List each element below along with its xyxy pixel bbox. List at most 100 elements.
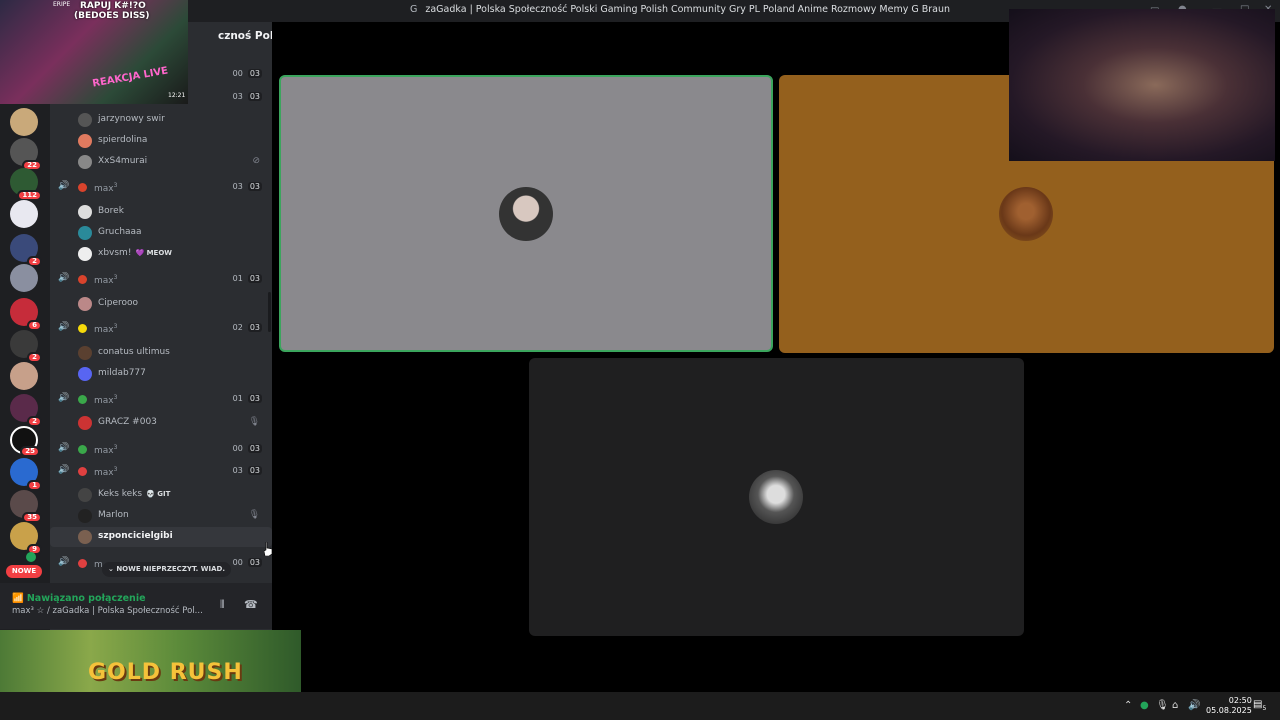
avatar <box>78 530 92 544</box>
tray-app-icon[interactable]: ● <box>1140 700 1149 711</box>
speaker-icon: 🔊 <box>58 393 70 403</box>
network-icon[interactable]: ⌂ <box>1172 700 1178 711</box>
voice-user[interactable]: szponcicielgibi <box>50 527 272 547</box>
server-icon[interactable]: 22 <box>10 138 42 171</box>
username: Gruchaaa <box>98 227 142 237</box>
user-counter: 01 03 <box>232 394 262 403</box>
voice-channel[interactable]: 🔊 max3 02 03 <box>50 320 272 338</box>
guest-camera-overlay <box>1009 9 1275 161</box>
voice-channel-link[interactable]: max³ ☆ / zaGadka | Polska Społeczność Po… <box>12 606 203 616</box>
server-icon[interactable] <box>10 200 38 228</box>
voice-channel[interactable]: 🔊 max3 00 03 <box>50 441 272 459</box>
signal-icon: 📶 <box>12 593 24 604</box>
video-tile[interactable] <box>529 358 1024 636</box>
voice-user[interactable]: Borek <box>50 202 272 222</box>
streamer-facecam-overlay: ERIPE RAPUJ K#!?O (BEDOES DISS) REAKCJA … <box>0 0 188 104</box>
voice-channel[interactable]: 🔊 max3 01 03 <box>50 271 272 289</box>
user-counter: 03 03 <box>232 92 262 101</box>
username: conatus ultimus <box>98 347 170 357</box>
guild-icon: G <box>410 4 418 15</box>
deafened-icon: ⊘ <box>252 156 260 166</box>
server-icon[interactable]: 9 <box>10 522 42 555</box>
server-icon[interactable]: 112 <box>10 168 42 201</box>
username: Borek <box>98 206 124 216</box>
emoji-icon <box>78 559 87 568</box>
unread-badge: 2 <box>27 416 42 427</box>
emoji-icon <box>78 395 87 404</box>
voice-user[interactable]: spierdolina <box>50 131 272 151</box>
avatar <box>78 346 92 360</box>
server-icon[interactable]: 2 <box>10 330 42 363</box>
avatar <box>78 134 92 148</box>
notification-center-icon[interactable]: ▤5 <box>1253 699 1267 713</box>
user-counter: 00 03 <box>232 558 262 567</box>
username: xbvsm! 💜 MEOW <box>98 248 173 258</box>
voice-status: 📶 Nawiązano połączenie <box>12 593 146 604</box>
voice-user[interactable]: Marlon 🎙 <box>50 506 272 526</box>
server-icon[interactable] <box>10 108 38 136</box>
username: Marlon <box>98 510 129 520</box>
voice-user[interactable]: jarzynowy swir <box>50 110 272 130</box>
emoji-icon <box>78 324 87 333</box>
voice-user[interactable]: Ciperooo <box>50 294 272 314</box>
server-icon[interactable] <box>10 264 38 292</box>
window-title-text: zaGadka | Polska Społeczność Polski Gami… <box>425 4 951 15</box>
user-counter: 03 03 <box>232 182 262 191</box>
server-icon[interactable]: 35 <box>10 490 42 523</box>
speaker-icon: 🔊 <box>58 273 70 283</box>
voice-user[interactable]: xbvsm! 💜 MEOW <box>50 244 272 264</box>
clock[interactable]: 02:50 05.08.2025 <box>1206 696 1252 716</box>
speaker-icon: 🔊 <box>58 443 70 453</box>
new-unreads-badge[interactable]: NOWE <box>6 565 42 578</box>
avatar <box>78 509 92 523</box>
channel-name: max3 <box>94 444 118 456</box>
username: Keks keks 💀 GIT <box>98 489 171 499</box>
server-icon[interactable] <box>10 362 38 390</box>
volume-icon[interactable]: 🔊 <box>1188 700 1200 711</box>
microphone-icon[interactable]: 🎙 <box>1156 700 1169 711</box>
avatar <box>78 488 92 502</box>
chevron-up-icon[interactable]: ⌃ <box>1124 700 1132 711</box>
overlay-title: RAPUJ K#!?O <box>80 1 146 11</box>
mic-muted-icon: 🎙 <box>248 417 260 427</box>
speaker-icon: 🔊 <box>58 465 70 475</box>
emoji-icon <box>78 275 87 284</box>
server-icon[interactable]: 25 <box>10 426 40 457</box>
user-counter: 02 03 <box>232 323 262 332</box>
username: GRACZ #003 <box>98 417 157 427</box>
server-icon[interactable]: 6 <box>10 298 42 331</box>
user-counter: 03 03 <box>232 466 262 475</box>
noise-suppression-icon[interactable]: ⫴ <box>220 598 225 612</box>
mouse-pointer-icon <box>264 542 272 556</box>
new-unread-messages-button[interactable]: ⌄ NOWE NIEPRZECZYT. WIAD. <box>102 562 231 577</box>
mic-muted-icon: 🎙 <box>248 510 260 520</box>
channel-name: max3 <box>94 274 118 286</box>
voice-user[interactable]: mildab777 <box>50 364 272 384</box>
username: mildab777 <box>98 368 146 378</box>
scrollbar-thumb[interactable] <box>268 292 271 332</box>
window-title: GzaGadka | Polska Społeczność Polski Gam… <box>410 4 950 15</box>
voice-channel[interactable]: 🔊 max3 03 03 <box>50 179 272 197</box>
clan-tag: 💜 MEOW <box>135 249 173 257</box>
guild-header[interactable]: cznoś Pols...⌄ <box>218 30 272 42</box>
voice-channel[interactable]: 🔊 max3 01 03 <box>50 391 272 409</box>
guild-name: cznoś Pols... <box>218 30 272 42</box>
voice-user[interactable]: XxS4murai ⊘ <box>50 152 272 172</box>
username: spierdolina <box>98 135 148 145</box>
voice-channel[interactable]: 🔊 max3 03 03 <box>50 463 272 481</box>
voice-user[interactable]: Keks keks 💀 GIT <box>50 485 272 505</box>
channel-name: max3 <box>94 182 118 194</box>
server-icon[interactable]: 2 <box>10 394 42 427</box>
username: szponcicielgibi <box>98 531 173 541</box>
user-counter: 01 03 <box>232 274 262 283</box>
voice-user[interactable]: Gruchaaa <box>50 223 272 243</box>
voice-user[interactable]: GRACZ #003 🎙 <box>50 413 272 433</box>
disconnect-icon[interactable]: ☎ <box>244 598 258 611</box>
server-icon[interactable]: 1 <box>10 458 42 491</box>
unread-badge: 6 <box>27 320 42 331</box>
overlay-live-label: REAKCJA LIVE <box>91 65 169 90</box>
voice-user[interactable]: conatus ultimus <box>50 343 272 363</box>
server-icon[interactable]: 2 <box>10 234 42 267</box>
avatar <box>78 155 92 169</box>
video-tile-speaking[interactable] <box>279 75 773 352</box>
